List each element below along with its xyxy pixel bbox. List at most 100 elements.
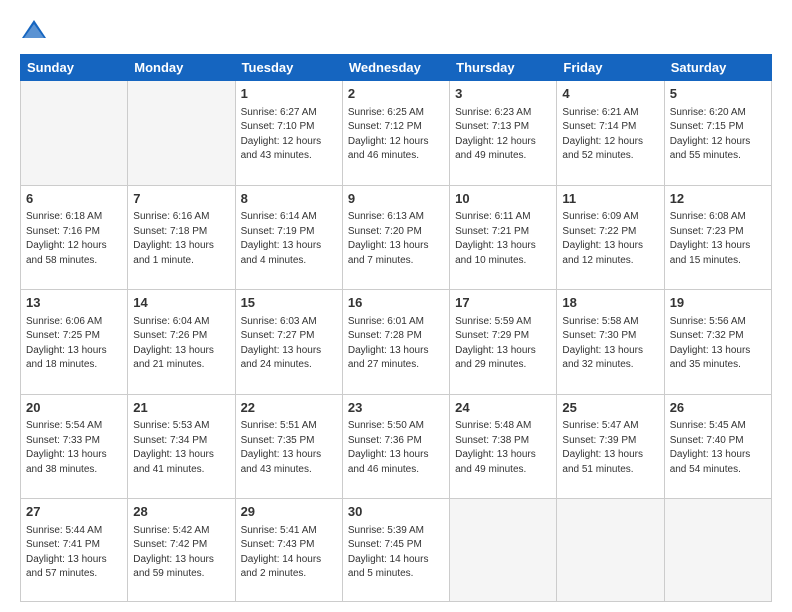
day-info: Sunrise: 6:13 AM Sunset: 7:20 PM Dayligh… [348, 211, 429, 266]
page: SundayMondayTuesdayWednesdayThursdayFrid… [0, 0, 792, 612]
day-info: Sunrise: 5:48 AM Sunset: 7:38 PM Dayligh… [455, 420, 536, 475]
day-number: 23 [348, 399, 444, 417]
day-number: 22 [241, 399, 337, 417]
day-number: 10 [455, 190, 551, 208]
day-info: Sunrise: 6:25 AM Sunset: 7:12 PM Dayligh… [348, 107, 429, 162]
day-cell: 25Sunrise: 5:47 AM Sunset: 7:39 PM Dayli… [557, 394, 664, 499]
day-cell: 14 Sunrise: 6:04 AM Sunset: 7:26 PM Dayli… [128, 290, 235, 395]
col-header-wednesday: Wednesday [342, 55, 449, 81]
day-number: 21 [133, 399, 229, 417]
day-cell: 16 Sunrise: 6:01 AM Sunset: 7:28 PM Dayli… [342, 290, 449, 395]
col-header-monday: Monday [128, 55, 235, 81]
day-number: 30 [348, 503, 444, 521]
calendar-table: SundayMondayTuesdayWednesdayThursdayFrid… [20, 54, 772, 602]
col-header-saturday: Saturday [664, 55, 771, 81]
day-cell: 3 Sunrise: 6:23 AM Sunset: 7:13 PM Daylig… [450, 81, 557, 186]
header [20, 16, 772, 44]
header-row: SundayMondayTuesdayWednesdayThursdayFrid… [21, 55, 772, 81]
day-cell: 4Sunrise: 6:21 AM Sunset: 7:14 PM Daylig… [557, 81, 664, 186]
day-number: 15 [241, 294, 337, 312]
day-number: 18 [562, 294, 658, 312]
day-number: 24 [455, 399, 551, 417]
day-info: Sunrise: 6:03 AM Sunset: 7:27 PM Dayligh… [241, 316, 322, 371]
day-cell: 8 Sunrise: 6:14 AM Sunset: 7:19 PM Daylig… [235, 185, 342, 290]
day-info: Sunrise: 5:50 AM Sunset: 7:36 PM Dayligh… [348, 420, 429, 475]
day-info: Sunrise: 5:44 AM Sunset: 7:41 PM Dayligh… [26, 525, 107, 580]
day-number: 29 [241, 503, 337, 521]
day-cell: 20 Sunrise: 5:54 AM Sunset: 7:33 PM Dayli… [21, 394, 128, 499]
day-info: Sunrise: 5:59 AM Sunset: 7:29 PM Dayligh… [455, 316, 536, 371]
day-cell: 5 Sunrise: 6:20 AM Sunset: 7:15 PM Daylig… [664, 81, 771, 186]
day-number: 13 [26, 294, 122, 312]
day-cell [21, 81, 128, 186]
day-cell: 26 Sunrise: 5:45 AM Sunset: 7:40 PM Dayli… [664, 394, 771, 499]
day-number: 26 [670, 399, 766, 417]
day-info: Sunrise: 6:04 AM Sunset: 7:26 PM Dayligh… [133, 316, 214, 371]
week-row-2: 6Sunrise: 6:18 AM Sunset: 7:16 PM Daylig… [21, 185, 772, 290]
day-info: Sunrise: 6:16 AM Sunset: 7:18 PM Dayligh… [133, 211, 214, 266]
day-cell: 13 Sunrise: 6:06 AM Sunset: 7:25 PM Dayli… [21, 290, 128, 395]
week-row-4: 20 Sunrise: 5:54 AM Sunset: 7:33 PM Dayli… [21, 394, 772, 499]
day-cell: 30 Sunrise: 5:39 AM Sunset: 7:45 PM Dayli… [342, 499, 449, 602]
day-cell: 23 Sunrise: 5:50 AM Sunset: 7:36 PM Dayli… [342, 394, 449, 499]
col-header-tuesday: Tuesday [235, 55, 342, 81]
week-row-3: 13 Sunrise: 6:06 AM Sunset: 7:25 PM Dayli… [21, 290, 772, 395]
day-info: Sunrise: 6:08 AM Sunset: 7:23 PM Dayligh… [670, 211, 751, 266]
day-cell: 27 Sunrise: 5:44 AM Sunset: 7:41 PM Dayli… [21, 499, 128, 602]
week-row-1: 1 Sunrise: 6:27 AM Sunset: 7:10 PM Daylig… [21, 81, 772, 186]
day-number: 14 [133, 294, 229, 312]
day-info: Sunrise: 6:20 AM Sunset: 7:15 PM Dayligh… [670, 107, 751, 162]
day-cell: 18 Sunrise: 5:58 AM Sunset: 7:30 PM Dayli… [557, 290, 664, 395]
day-number: 19 [670, 294, 766, 312]
day-cell: 22 Sunrise: 5:51 AM Sunset: 7:35 PM Dayli… [235, 394, 342, 499]
day-number: 12 [670, 190, 766, 208]
day-info: Sunrise: 6:06 AM Sunset: 7:25 PM Dayligh… [26, 316, 107, 371]
day-number: 25 [562, 399, 658, 417]
day-number: 1 [241, 85, 337, 103]
day-cell: 19Sunrise: 5:56 AM Sunset: 7:32 PM Dayli… [664, 290, 771, 395]
day-info: Sunrise: 6:11 AM Sunset: 7:21 PM Dayligh… [455, 211, 536, 266]
day-number: 8 [241, 190, 337, 208]
day-info: Sunrise: 5:53 AM Sunset: 7:34 PM Dayligh… [133, 420, 214, 475]
day-number: 28 [133, 503, 229, 521]
day-cell [450, 499, 557, 602]
day-info: Sunrise: 6:21 AM Sunset: 7:14 PM Dayligh… [562, 107, 643, 162]
day-info: Sunrise: 5:39 AM Sunset: 7:45 PM Dayligh… [348, 525, 429, 580]
day-info: Sunrise: 5:51 AM Sunset: 7:35 PM Dayligh… [241, 420, 322, 475]
day-info: Sunrise: 6:18 AM Sunset: 7:16 PM Dayligh… [26, 211, 107, 266]
logo-icon [20, 16, 48, 44]
day-number: 17 [455, 294, 551, 312]
day-info: Sunrise: 6:09 AM Sunset: 7:22 PM Dayligh… [562, 211, 643, 266]
day-cell [557, 499, 664, 602]
day-cell: 17 Sunrise: 5:59 AM Sunset: 7:29 PM Dayli… [450, 290, 557, 395]
day-info: Sunrise: 6:01 AM Sunset: 7:28 PM Dayligh… [348, 316, 429, 371]
day-number: 16 [348, 294, 444, 312]
day-cell: 11Sunrise: 6:09 AM Sunset: 7:22 PM Dayli… [557, 185, 664, 290]
day-number: 3 [455, 85, 551, 103]
day-cell: 7Sunrise: 6:16 AM Sunset: 7:18 PM Daylig… [128, 185, 235, 290]
col-header-sunday: Sunday [21, 55, 128, 81]
day-info: Sunrise: 5:58 AM Sunset: 7:30 PM Dayligh… [562, 316, 643, 371]
day-info: Sunrise: 6:27 AM Sunset: 7:10 PM Dayligh… [241, 107, 322, 162]
day-cell [128, 81, 235, 186]
day-info: Sunrise: 6:23 AM Sunset: 7:13 PM Dayligh… [455, 107, 536, 162]
day-cell: 2 Sunrise: 6:25 AM Sunset: 7:12 PM Daylig… [342, 81, 449, 186]
day-number: 27 [26, 503, 122, 521]
day-cell: 9Sunrise: 6:13 AM Sunset: 7:20 PM Daylig… [342, 185, 449, 290]
day-cell: 24 Sunrise: 5:48 AM Sunset: 7:38 PM Dayli… [450, 394, 557, 499]
col-header-friday: Friday [557, 55, 664, 81]
week-row-5: 27 Sunrise: 5:44 AM Sunset: 7:41 PM Dayli… [21, 499, 772, 602]
logo [20, 16, 52, 44]
day-info: Sunrise: 6:14 AM Sunset: 7:19 PM Dayligh… [241, 211, 322, 266]
day-number: 5 [670, 85, 766, 103]
day-cell: 1 Sunrise: 6:27 AM Sunset: 7:10 PM Daylig… [235, 81, 342, 186]
day-cell: 21 Sunrise: 5:53 AM Sunset: 7:34 PM Dayli… [128, 394, 235, 499]
day-info: Sunrise: 5:45 AM Sunset: 7:40 PM Dayligh… [670, 420, 751, 475]
day-number: 2 [348, 85, 444, 103]
day-cell [664, 499, 771, 602]
day-cell: 15 Sunrise: 6:03 AM Sunset: 7:27 PM Dayli… [235, 290, 342, 395]
day-cell: 12 Sunrise: 6:08 AM Sunset: 7:23 PM Dayli… [664, 185, 771, 290]
day-number: 20 [26, 399, 122, 417]
day-info: Sunrise: 5:54 AM Sunset: 7:33 PM Dayligh… [26, 420, 107, 475]
day-cell: 10 Sunrise: 6:11 AM Sunset: 7:21 PM Dayli… [450, 185, 557, 290]
